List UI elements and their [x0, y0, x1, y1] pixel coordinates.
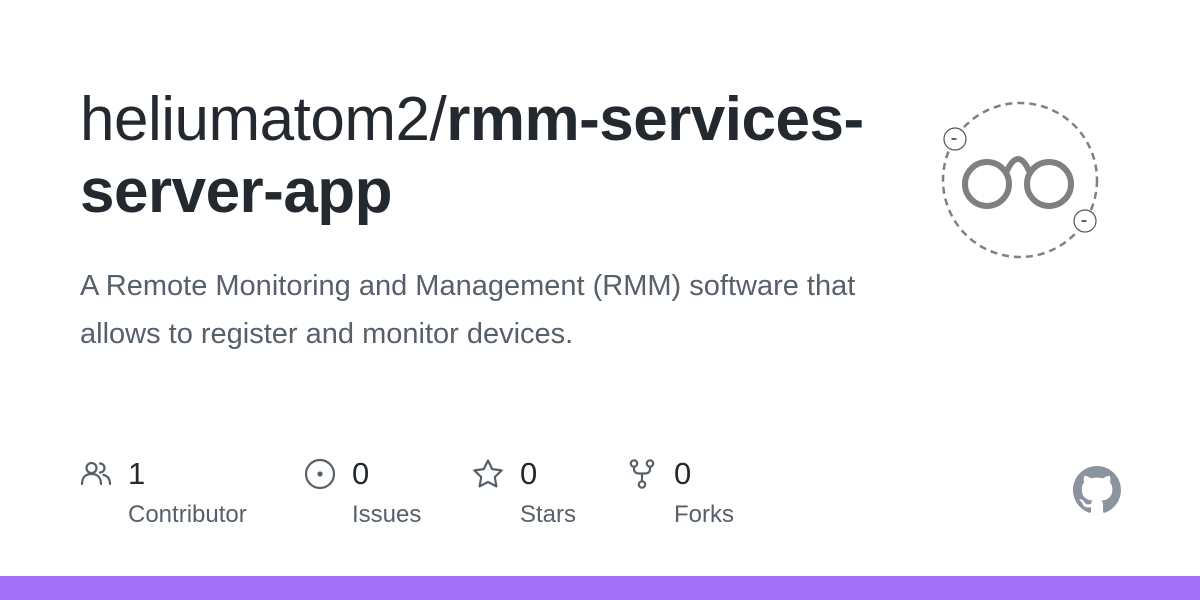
issues-label: Issues — [352, 501, 422, 528]
avatar-decoration-top-icon — [943, 127, 967, 151]
repository-description: A Remote Monitoring and Management (RMM)… — [80, 270, 856, 350]
issues-count: 0 — [352, 456, 370, 491]
repository-title: heliumatom2/rmm-services-server-app — [80, 84, 900, 228]
fork-icon — [629, 459, 655, 489]
social-preview-card: heliumatom2/rmm-services-server-app A Re… — [0, 0, 1200, 600]
language-color-bar — [0, 576, 1200, 600]
contributors-count: 1 — [128, 456, 146, 491]
issue-opened-icon — [304, 458, 336, 490]
stars-count: 0 — [520, 456, 538, 491]
github-logo-icon[interactable] — [1073, 466, 1121, 514]
contributors-label: Contributor — [128, 501, 247, 528]
stars-label: Stars — [520, 501, 577, 528]
forks-label: Forks — [674, 501, 734, 528]
forks-count: 0 — [674, 456, 692, 491]
owner-avatar[interactable] — [940, 100, 1100, 260]
avatar-decoration-bottom-icon — [1073, 209, 1097, 233]
people-icon — [80, 461, 112, 486]
repository-owner[interactable]: heliumatom2/ — [80, 85, 447, 154]
star-icon — [473, 459, 503, 488]
